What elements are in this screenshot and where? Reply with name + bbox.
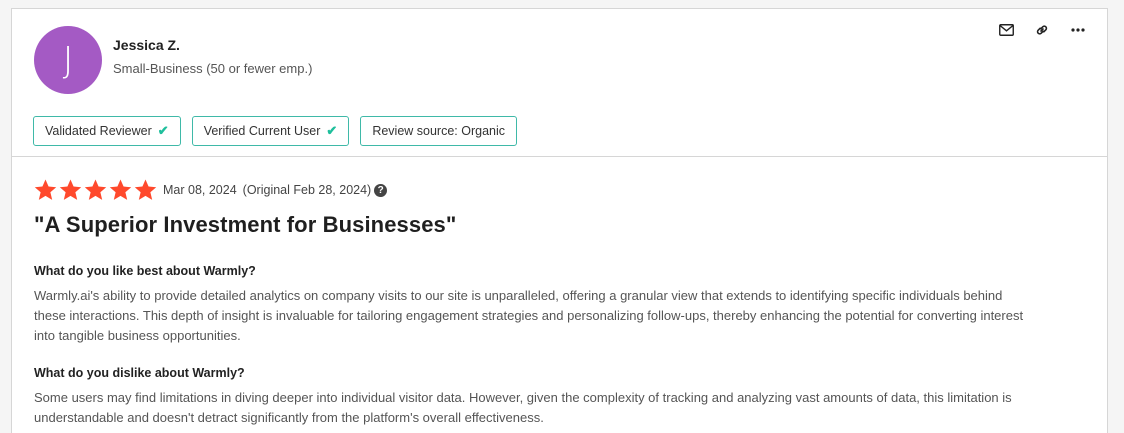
question-like: What do you like best about Warmly? xyxy=(34,264,256,278)
badge-label: Review source: Organic xyxy=(372,124,506,138)
badge-label: Verified Current User xyxy=(203,124,321,138)
avatar[interactable]: J xyxy=(34,26,102,94)
badge-label: Validated Reviewer xyxy=(45,124,152,138)
reviewer-name[interactable]: Jessica Z. xyxy=(113,37,180,53)
review-date: Mar 08, 2024 xyxy=(163,183,237,197)
check-icon: ✔ xyxy=(157,123,169,138)
star-icon xyxy=(134,179,157,200)
answer-dislike: Some users may find limitations in divin… xyxy=(34,390,1012,425)
badges: Validated Reviewer ✔ Verified Current Us… xyxy=(33,116,518,146)
rating-row: Mar 08, 2024 (Original Feb 28, 2024) ? xyxy=(34,179,388,201)
review-title: "A Superior Investment for Businesses" xyxy=(34,212,457,237)
reviewer-segment: Small-Business (50 or fewer emp.) xyxy=(113,61,313,76)
help-icon[interactable]: ? xyxy=(374,183,388,197)
question-dislike: What do you dislike about Warmly? xyxy=(34,366,245,380)
more-icon[interactable] xyxy=(1069,21,1087,39)
badge-verified-current-user[interactable]: Verified Current User ✔ xyxy=(191,116,350,146)
original-date: (Original Feb 28, 2024) xyxy=(242,183,372,197)
divider xyxy=(12,156,1107,157)
review-actions xyxy=(997,21,1087,39)
badge-validated-reviewer[interactable]: Validated Reviewer ✔ xyxy=(33,116,181,146)
mail-icon[interactable] xyxy=(997,21,1015,39)
star-icon xyxy=(109,179,132,200)
answer-like: Warmly.ai's ability to provide detailed … xyxy=(34,288,1024,343)
badge-review-source[interactable]: Review source: Organic xyxy=(360,116,518,146)
star-icon xyxy=(84,179,107,200)
check-icon: ✔ xyxy=(326,123,338,138)
star-icon xyxy=(59,179,82,200)
review-card: J Jessica Z. Small-Business (50 or fewer… xyxy=(11,8,1108,433)
link-icon[interactable] xyxy=(1033,21,1051,39)
star-icon xyxy=(34,179,57,200)
star-rating xyxy=(34,179,157,201)
